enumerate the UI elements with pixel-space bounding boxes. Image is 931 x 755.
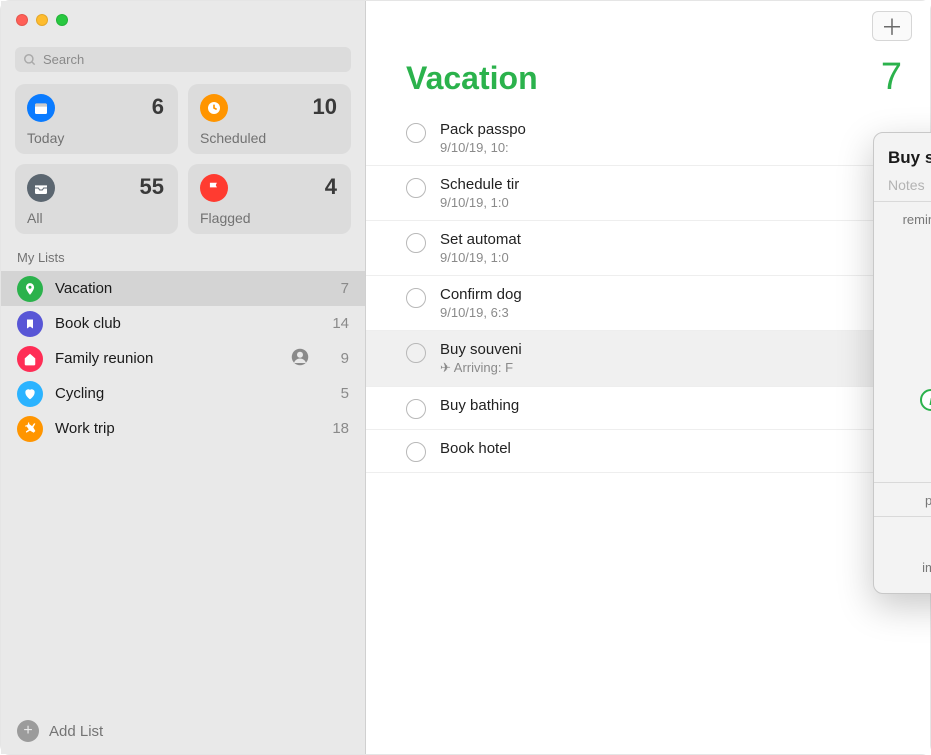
reminder-title: Schedule tir: [440, 176, 910, 193]
reminder-subtitle: 9/10/19, 1:0: [440, 195, 910, 210]
zoom-window[interactable]: [56, 14, 68, 26]
smartlist-all[interactable]: 55 All: [15, 164, 178, 234]
list-count: 7: [881, 56, 902, 99]
reminder-title: Set automat: [440, 231, 910, 248]
complete-checkbox[interactable]: [406, 123, 426, 143]
search-icon: [23, 53, 37, 67]
reminder-title: Pack passpo: [440, 121, 910, 138]
list-count: 7: [325, 280, 349, 297]
complete-checkbox[interactable]: [406, 233, 426, 253]
list-name: Book club: [55, 315, 313, 332]
list-name: Family reunion: [55, 350, 279, 367]
complete-checkbox[interactable]: [406, 399, 426, 419]
smartlist-count: 10: [313, 94, 337, 120]
heart-icon: [17, 381, 43, 407]
smartlist-today[interactable]: 6 Today: [15, 84, 178, 154]
sidebar: Search 6 Today 10 Scheduled 55 All 4 Fla…: [1, 1, 366, 754]
priority-label: priority: [888, 491, 931, 508]
search-input[interactable]: Search: [15, 47, 351, 72]
list-count: 5: [325, 385, 349, 402]
complete-checkbox[interactable]: [406, 442, 426, 462]
list-item-work-trip[interactable]: Work trip 18: [1, 411, 365, 446]
list-name: Work trip: [55, 420, 313, 437]
url-label: URL: [888, 525, 931, 542]
images-label: images: [888, 558, 931, 575]
list-count: 14: [325, 315, 349, 332]
smartlist-label: Scheduled: [200, 130, 266, 146]
complete-checkbox[interactable]: [406, 288, 426, 308]
reminder-item[interactable]: Buy bathing: [366, 387, 930, 430]
minimize-window[interactable]: [36, 14, 48, 26]
smartlist-label: All: [27, 210, 43, 226]
home-icon: [17, 346, 43, 372]
smartlist-scheduled[interactable]: 10 Scheduled: [188, 84, 351, 154]
reminder-title: Book hotel: [440, 440, 910, 457]
bookmark-icon: [17, 311, 43, 337]
reminder-subtitle: 9/10/19, 10:: [440, 140, 910, 155]
list-count: 9: [325, 350, 349, 367]
reminder-subtitle: ✈ Arriving: F: [440, 360, 910, 376]
smartlist-label: Today: [27, 130, 64, 146]
reminder-details-popover: Buy souvenirs Notes remind me On a Day: [873, 132, 931, 594]
list-count: 18: [325, 420, 349, 437]
clock-icon: [200, 94, 228, 122]
remind-me-label: remind me: [888, 210, 931, 227]
smartlist-label: Flagged: [200, 210, 251, 226]
list-item-book-club[interactable]: Book club 14: [1, 306, 365, 341]
list-item-cycling[interactable]: Cycling 5: [1, 376, 365, 411]
complete-checkbox[interactable]: [406, 343, 426, 363]
list-item-vacation[interactable]: Vacation 7: [1, 271, 365, 306]
smartlist-count: 6: [152, 94, 164, 120]
complete-checkbox[interactable]: [406, 178, 426, 198]
pin-icon: [17, 276, 43, 302]
shared-icon: [291, 348, 313, 370]
tray-icon: [27, 174, 55, 202]
notes-field[interactable]: Notes: [874, 177, 931, 202]
reminder-item[interactable]: Buy souveni ✈ Arriving: F: [366, 331, 930, 387]
reminder-subtitle: 9/10/19, 6:3: [440, 305, 910, 320]
calendar-icon: [27, 94, 55, 122]
plane-icon: [17, 416, 43, 442]
add-reminder-button[interactable]: ＋: [872, 11, 912, 41]
reminder-item[interactable]: Schedule tir 9/10/19, 1:0: [366, 166, 930, 221]
reminder-item[interactable]: Confirm dog 9/10/19, 6:3: [366, 276, 930, 331]
add-list-button[interactable]: + Add List: [1, 708, 365, 754]
reminder-title: Confirm dog: [440, 286, 910, 303]
reminder-item[interactable]: Pack passpo 9/10/19, 10:: [366, 111, 930, 166]
reminder-subtitle: 9/10/19, 1:0: [440, 250, 910, 265]
smartlist-count: 4: [325, 174, 337, 200]
main-content: ＋ Vacation 7 Pack passpo 9/10/19, 10: Sc…: [366, 1, 930, 754]
smartlist-flagged[interactable]: 4 Flagged: [188, 164, 351, 234]
popover-title[interactable]: Buy souvenirs: [888, 148, 931, 168]
flag-icon: [200, 174, 228, 202]
my-lists-header: My Lists: [1, 248, 365, 271]
close-window[interactable]: [16, 14, 28, 26]
list-title: Vacation: [406, 60, 538, 97]
reminder-title: Buy bathing: [440, 397, 910, 414]
add-list-label: Add List: [49, 723, 103, 740]
reminder-title: Buy souveni: [440, 341, 910, 358]
list-name: Vacation: [55, 280, 313, 297]
smartlist-count: 55: [140, 174, 164, 200]
reminder-item[interactable]: Set automat 9/10/19, 1:0: [366, 221, 930, 276]
reminder-item[interactable]: Book hotel: [366, 430, 930, 473]
plus-icon: +: [17, 720, 39, 742]
list-item-family-reunion[interactable]: Family reunion 9: [1, 341, 365, 376]
search-placeholder: Search: [43, 52, 84, 67]
list-name: Cycling: [55, 385, 313, 402]
